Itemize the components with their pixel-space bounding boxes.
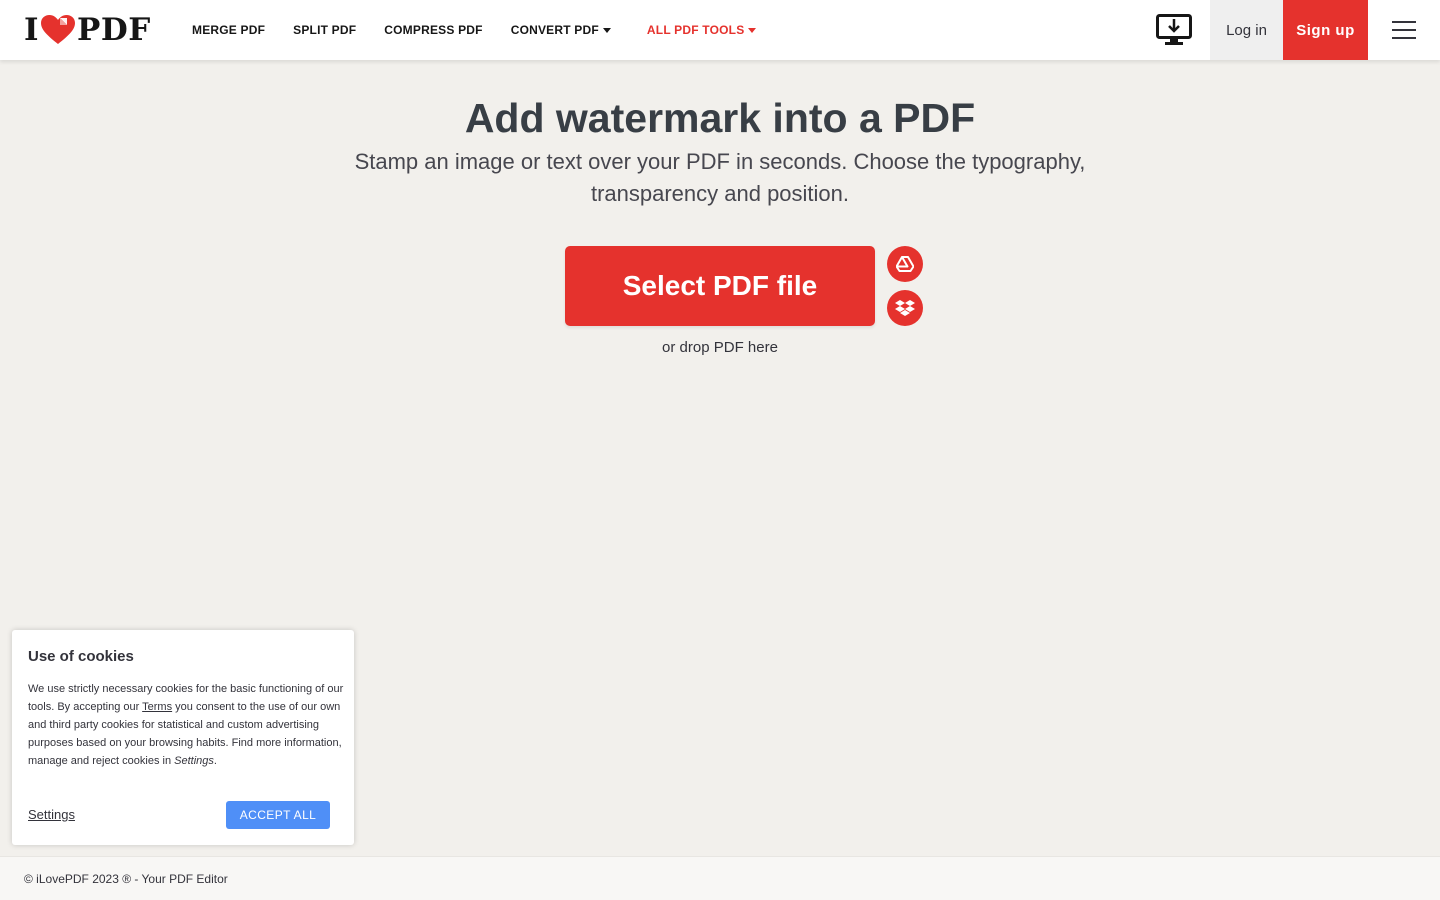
signup-button[interactable]: Sign up xyxy=(1283,0,1368,60)
footer: © iLovePDF 2023 ® - Your PDF Editor xyxy=(0,856,1440,900)
caret-down-icon xyxy=(602,27,611,33)
desktop-download-icon xyxy=(1156,14,1192,45)
dropbox-icon xyxy=(895,300,915,316)
menu-bar xyxy=(1392,21,1416,23)
google-drive-icon xyxy=(896,256,914,272)
nav-merge-pdf[interactable]: MERGE PDF xyxy=(192,23,265,37)
caret-down-icon xyxy=(748,27,757,33)
page-subtitle: Stamp an image or text over your PDF in … xyxy=(354,149,1086,206)
nav-all-pdf-tools-label: ALL PDF TOOLS xyxy=(646,23,745,37)
footer-copyright: © iLovePDF 2023 ® - Your PDF Editor xyxy=(24,872,228,886)
nav-compress-pdf[interactable]: COMPRESS PDF xyxy=(384,23,482,37)
logo-text-pdf: PDF xyxy=(77,12,151,48)
nav-split-pdf[interactable]: SPLIT PDF xyxy=(293,23,356,37)
nav-all-pdf-tools[interactable]: ALL PDF TOOLS xyxy=(647,23,757,37)
login-button[interactable]: Log in xyxy=(1210,0,1283,60)
menu-bar xyxy=(1392,37,1416,39)
page-title: Add watermark into a PDF xyxy=(464,95,976,141)
dropbox-button[interactable] xyxy=(887,290,923,326)
google-drive-button[interactable] xyxy=(887,246,923,282)
ilovepdf-logo[interactable]: I PDF xyxy=(24,14,151,46)
logo-text-i: I xyxy=(24,12,40,48)
nav-compress-pdf-label: COMPRESS PDF xyxy=(384,23,483,37)
cookie-settings-link[interactable]: Settings xyxy=(28,807,75,822)
cookie-description: We use strictly necessary cookies for th… xyxy=(28,680,344,770)
accept-all-cookies-button[interactable]: ACCEPT ALL xyxy=(226,801,330,829)
nav-convert-pdf-label: CONVERT PDF xyxy=(510,23,599,37)
desktop-app-download-button[interactable] xyxy=(1150,8,1198,52)
cookie-consent-dialog: Use of cookies We use strictly necessary… xyxy=(12,630,354,845)
select-pdf-file-button[interactable]: Select PDF file xyxy=(565,246,875,326)
terms-link[interactable]: Terms xyxy=(142,701,172,713)
hamburger-menu-icon[interactable] xyxy=(1388,16,1420,44)
top-navbar: I PDF MERGE PDF SPLIT PDF COMPRESS PDF C… xyxy=(0,0,1440,60)
drop-pdf-hint: or drop PDF here xyxy=(662,339,778,356)
cookie-title: Use of cookies xyxy=(28,648,134,665)
nav-merge-pdf-label: MERGE PDF xyxy=(192,23,266,37)
settings-inline-text: Settings xyxy=(174,755,214,767)
heart-icon xyxy=(41,15,76,44)
nav-split-pdf-label: SPLIT PDF xyxy=(293,23,357,37)
nav-convert-pdf[interactable]: CONVERT PDF xyxy=(511,23,611,37)
menu-bar xyxy=(1392,29,1416,31)
cookie-text-part-3: . xyxy=(213,755,217,767)
main-nav: MERGE PDF SPLIT PDF COMPRESS PDF CONVERT… xyxy=(192,0,784,60)
